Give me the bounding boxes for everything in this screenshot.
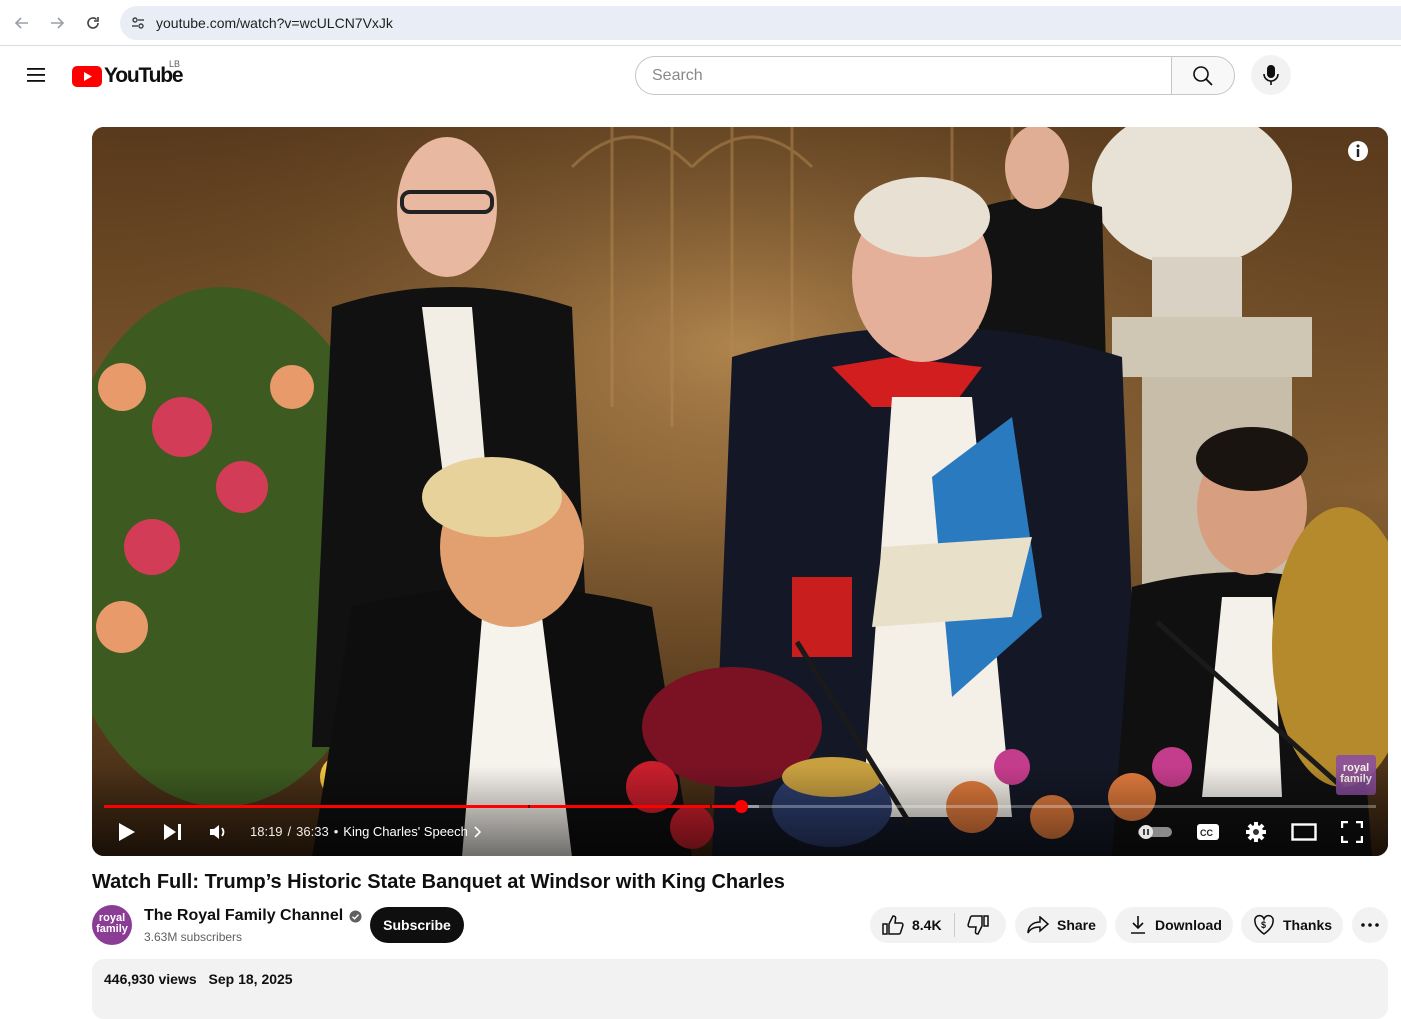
youtube-logo[interactable]: YouTube LB bbox=[72, 59, 184, 88]
info-icon[interactable] bbox=[1346, 139, 1370, 163]
share-button[interactable]: Share bbox=[1015, 907, 1107, 943]
search-input[interactable] bbox=[652, 66, 1172, 85]
share-label: Share bbox=[1057, 917, 1096, 933]
upload-date: Sep 18, 2025 bbox=[208, 971, 293, 987]
chapter-marker bbox=[528, 805, 530, 808]
thumbs-down-icon bbox=[966, 915, 989, 935]
browser-toolbar: youtube.com/watch?v=wcULCN7VxJk bbox=[0, 0, 1401, 46]
video-title: Watch Full: Trump’s Historic State Banqu… bbox=[92, 871, 785, 893]
theater-mode-icon bbox=[1291, 823, 1317, 841]
time-display: 18:19 / 36:33 • King Charles' Speech bbox=[250, 824, 481, 839]
dislike-button[interactable] bbox=[955, 907, 1001, 943]
download-icon bbox=[1131, 916, 1145, 934]
like-count: 8.4K bbox=[912, 917, 942, 933]
volume-button[interactable] bbox=[206, 819, 232, 845]
more-actions-button[interactable] bbox=[1352, 907, 1388, 943]
address-bar[interactable]: youtube.com/watch?v=wcULCN7VxJk bbox=[120, 6, 1401, 40]
play-button[interactable] bbox=[114, 819, 140, 845]
video-player[interactable]: royal family 18:19 / 36:33 • King Charle… bbox=[92, 127, 1388, 856]
played-bar bbox=[104, 805, 742, 808]
like-dislike-group: 8.4K bbox=[870, 907, 1006, 943]
hamburger-menu-icon[interactable] bbox=[20, 59, 52, 91]
play-icon bbox=[119, 823, 135, 841]
search-button[interactable] bbox=[1171, 56, 1235, 95]
total-time: 36:33 bbox=[296, 824, 329, 839]
current-time: 18:19 bbox=[250, 824, 283, 839]
fullscreen-icon bbox=[1341, 821, 1363, 843]
youtube-header: YouTube LB bbox=[0, 47, 1401, 103]
svg-text:CC: CC bbox=[1200, 828, 1213, 838]
like-button[interactable]: 8.4K bbox=[870, 907, 954, 943]
chapter-bullet: • bbox=[333, 824, 339, 839]
forward-arrow-icon[interactable] bbox=[42, 8, 72, 38]
subscribe-button[interactable]: Subscribe bbox=[370, 907, 464, 943]
settings-button[interactable] bbox=[1242, 819, 1270, 845]
download-button[interactable]: Download bbox=[1115, 907, 1233, 943]
voice-search-button[interactable] bbox=[1251, 55, 1291, 95]
progress-bar[interactable] bbox=[104, 800, 1376, 813]
chapter-title[interactable]: King Charles' Speech bbox=[343, 824, 468, 839]
youtube-play-logo-icon bbox=[72, 65, 102, 87]
volume-icon bbox=[210, 825, 225, 839]
verified-badge-icon bbox=[349, 910, 362, 922]
time-separator: / bbox=[287, 824, 292, 839]
next-button[interactable] bbox=[160, 819, 186, 845]
svg-text:$: $ bbox=[1261, 920, 1266, 930]
site-info-icon[interactable] bbox=[120, 6, 156, 40]
video-frame bbox=[92, 127, 1388, 856]
subscriber-count: 3.63M subscribers bbox=[144, 930, 243, 944]
search-icon bbox=[1193, 65, 1213, 86]
channel-name-text[interactable]: The Royal Family Channel bbox=[144, 907, 343, 925]
url-text: youtube.com/watch?v=wcULCN7VxJk bbox=[156, 15, 393, 31]
thanks-button[interactable]: $ Thanks bbox=[1241, 907, 1343, 943]
thanks-label: Thanks bbox=[1283, 917, 1333, 933]
download-label: Download bbox=[1155, 917, 1222, 933]
microphone-icon bbox=[1263, 65, 1279, 85]
gear-icon bbox=[1246, 822, 1266, 842]
theater-mode-button[interactable] bbox=[1290, 819, 1318, 845]
description-box[interactable]: 446,930 views Sep 18, 2025 bbox=[92, 959, 1388, 1019]
view-count: 446,930 views bbox=[104, 971, 197, 987]
chevron-right-icon[interactable] bbox=[473, 825, 481, 838]
thumbs-up-icon bbox=[882, 915, 904, 935]
next-icon bbox=[164, 824, 181, 840]
captions-button[interactable]: CC bbox=[1194, 819, 1222, 845]
chapter-marker bbox=[710, 805, 712, 808]
autoplay-toggle[interactable] bbox=[1138, 819, 1172, 845]
channel-avatar[interactable]: royal family bbox=[92, 905, 132, 945]
share-icon bbox=[1027, 916, 1049, 934]
reload-icon[interactable] bbox=[78, 8, 108, 38]
more-horizontal-icon bbox=[1361, 923, 1379, 927]
fullscreen-button[interactable] bbox=[1338, 819, 1366, 845]
captions-icon: CC bbox=[1197, 824, 1219, 840]
autoplay-toggle-icon bbox=[1138, 825, 1172, 839]
search-box[interactable] bbox=[635, 56, 1172, 95]
channel-name[interactable]: The Royal Family Channel bbox=[144, 907, 362, 925]
country-code: LB bbox=[169, 59, 181, 69]
back-arrow-icon[interactable] bbox=[7, 8, 37, 38]
thanks-heart-dollar-icon: $ bbox=[1254, 914, 1274, 935]
